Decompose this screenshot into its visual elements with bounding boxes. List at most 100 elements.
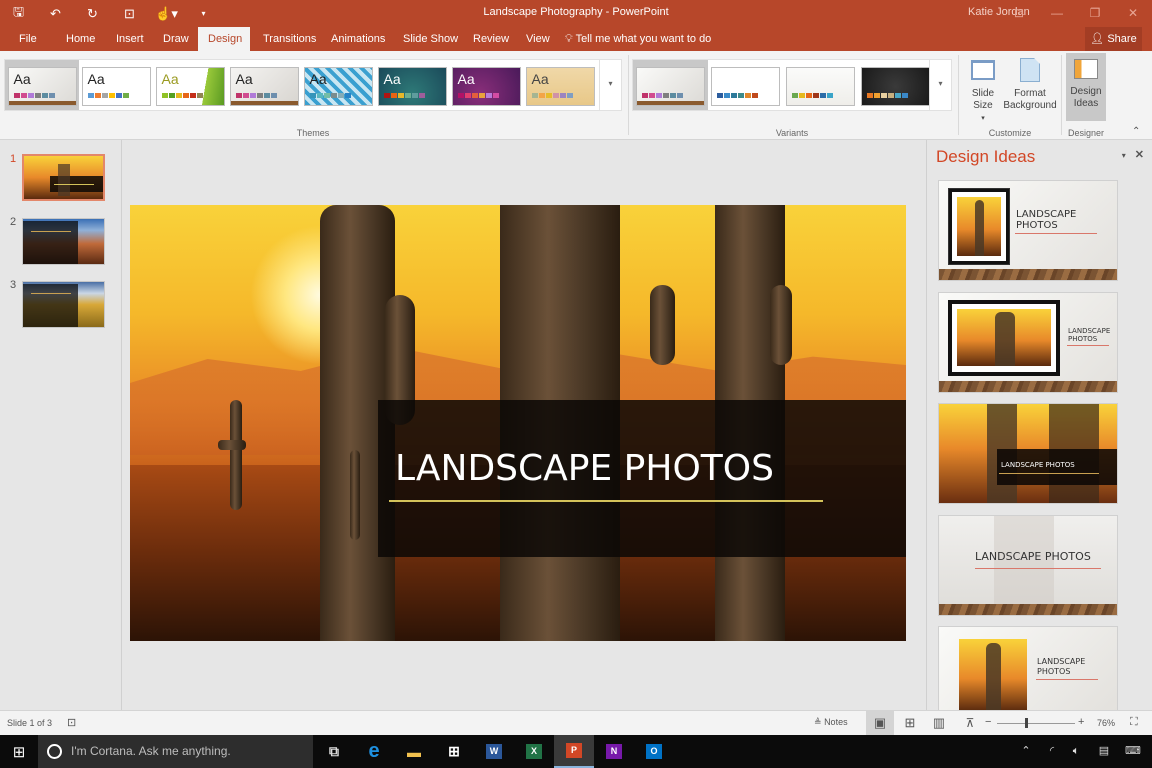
zoom-in-button[interactable]: + <box>1078 716 1084 728</box>
theme-office-cell[interactable]: Aa <box>79 60 153 110</box>
design-idea-1[interactable]: LANDSCAPE PHOTOS <box>938 180 1118 281</box>
theme-ion-boardroom[interactable]: Aa <box>451 67 521 106</box>
pane-close-icon[interactable]: ✕ <box>1135 149 1144 161</box>
slide-show-icon[interactable]: ⊼ <box>958 711 982 735</box>
swatch <box>383 93 390 98</box>
ribbon-display-icon[interactable]: ⊡ <box>1000 0 1038 27</box>
design-ideas-pane: Design Ideas ▾ ✕ LANDSCAPE PHOTOS LANDSCA… <box>926 140 1152 710</box>
normal-view-icon[interactable]: ▣ <box>866 711 894 735</box>
design-idea-3[interactable]: LANDSCAPE PHOTOS <box>938 403 1118 504</box>
theme-office[interactable]: Aa <box>81 67 151 106</box>
variant-3-cell[interactable] <box>783 60 858 110</box>
variants-more-button[interactable]: ▾ <box>929 60 951 110</box>
themes-gallery: Aa Aa Aa Aa Aa Aa Aa Aa ▾ <box>4 59 622 111</box>
current-slide[interactable]: LANDSCAPE PHOTOS <box>130 205 906 641</box>
share-label: Share <box>1107 33 1137 45</box>
theme-wood-cell[interactable]: Aa <box>227 60 301 110</box>
theme-wood[interactable]: Aa <box>229 67 299 106</box>
swatch <box>41 93 48 98</box>
taskbar-excel[interactable]: X <box>514 735 554 768</box>
tab-file[interactable]: File <box>11 27 45 51</box>
theme-facet[interactable]: Aa <box>155 67 225 106</box>
minimize-icon[interactable]: — <box>1038 0 1076 27</box>
theme-ion[interactable]: Aa <box>377 67 447 106</box>
notes-button[interactable]: ≜ Notes <box>814 717 848 728</box>
theme-current[interactable]: Aa <box>7 67 77 106</box>
fit-to-window-icon[interactable]: ⛶ <box>1130 716 1138 729</box>
swatch <box>724 93 730 98</box>
restore-icon[interactable]: ❐ <box>1076 0 1114 27</box>
theme-ion-cell[interactable]: Aa <box>375 60 449 110</box>
theme-ion-boardroom-cell[interactable]: Aa <box>449 60 523 110</box>
cortana-search-box[interactable]: I'm Cortana. Ask me anything. <box>38 735 313 768</box>
zoom-out-button[interactable]: − <box>985 716 991 728</box>
action-center-icon[interactable]: ▤ <box>1094 735 1114 768</box>
theme-current-cell[interactable]: Aa <box>5 60 79 110</box>
variant-2[interactable] <box>711 67 780 106</box>
tab-review[interactable]: Review <box>465 27 517 51</box>
slide-thumbnail-3[interactable] <box>22 281 105 328</box>
start-button[interactable]: ⊞ <box>0 735 38 768</box>
tab-insert[interactable]: Insert <box>108 27 152 51</box>
variant-3[interactable] <box>786 67 855 106</box>
zoom-slider-track[interactable] <box>997 723 1075 724</box>
variant-4-cell[interactable] <box>858 60 933 110</box>
slide-size-button[interactable]: Slide Size ▾ <box>963 56 1003 125</box>
taskbar-outlook[interactable]: O <box>634 735 674 768</box>
title-placeholder[interactable]: LANDSCAPE PHOTOS <box>378 400 906 557</box>
taskbar-onenote[interactable]: N <box>594 735 634 768</box>
taskbar-word[interactable]: W <box>474 735 514 768</box>
network-icon[interactable]: ◜ <box>1042 735 1062 768</box>
taskbar-file-explorer[interactable]: ▬ <box>394 735 434 768</box>
slide-title[interactable]: LANDSCAPE PHOTOS <box>395 448 774 489</box>
tab-draw[interactable]: Draw <box>155 27 197 51</box>
swatch <box>189 93 196 98</box>
swatch <box>677 93 683 98</box>
tab-animations[interactable]: Animations <box>323 27 393 51</box>
zoom-slider-thumb[interactable] <box>1024 718 1028 728</box>
taskbar-edge[interactable]: e <box>354 735 394 768</box>
color-swatches <box>792 93 833 98</box>
color-swatches <box>235 93 277 98</box>
touch-keyboard-icon[interactable]: ⌨ <box>1122 735 1144 768</box>
theme-pattern[interactable]: Aa <box>303 67 373 106</box>
variant-1[interactable] <box>636 67 705 106</box>
tell-me-box[interactable]: 💡︎ Tell me what you want to do <box>565 27 711 51</box>
pane-options-icon[interactable]: ▾ <box>1122 151 1126 160</box>
taskbar-task-view[interactable]: ⧉ <box>314 735 354 768</box>
taskbar-store[interactable]: ⊞ <box>434 735 474 768</box>
themes-more-button[interactable]: ▾ <box>599 60 621 110</box>
variant-1-cell[interactable] <box>633 60 708 110</box>
share-button[interactable]: 👤︎ Share <box>1085 27 1142 51</box>
slide-thumbnail-1[interactable] <box>22 154 105 201</box>
format-background-button[interactable]: Format Background <box>1001 56 1059 112</box>
tab-design[interactable]: Design <box>198 27 250 51</box>
swatch <box>545 93 552 98</box>
design-idea-2[interactable]: LANDSCAPE PHOTOS <box>938 292 1118 393</box>
show-hidden-icons[interactable]: ⌃ <box>1016 735 1036 768</box>
theme-parcel-cell[interactable]: Aa <box>523 60 597 110</box>
volume-icon[interactable]: 🔈︎ <box>1066 735 1086 768</box>
accessibility-check-icon[interactable]: ⊡ <box>67 716 76 729</box>
variant-4[interactable] <box>861 67 930 106</box>
variant-2-cell[interactable] <box>708 60 783 110</box>
slide-sorter-icon[interactable]: ⊞ <box>898 711 922 735</box>
close-icon[interactable]: ✕ <box>1114 0 1152 27</box>
slide-photo-cactus <box>350 450 360 540</box>
reading-view-icon[interactable]: ▥ <box>927 711 951 735</box>
theme-facet-cell[interactable]: Aa <box>153 60 227 110</box>
design-idea-5[interactable]: LANDSCAPE PHOTOS <box>938 626 1118 710</box>
theme-parcel[interactable]: Aa <box>525 67 595 106</box>
tab-home[interactable]: Home <box>58 27 103 51</box>
zoom-level[interactable]: 76% <box>1097 718 1115 728</box>
collapse-ribbon-icon[interactable]: ⌃ <box>1132 126 1140 137</box>
idea-wood-floor <box>939 604 1117 615</box>
slide-thumbnail-2[interactable] <box>22 218 105 265</box>
theme-pattern-cell[interactable]: Aa <box>301 60 375 110</box>
tab-transitions[interactable]: Transitions <box>255 27 324 51</box>
design-ideas-button[interactable]: Design Ideas <box>1066 53 1106 121</box>
design-idea-4[interactable]: LANDSCAPE PHOTOS <box>938 515 1118 616</box>
taskbar-powerpoint[interactable]: P <box>554 735 594 768</box>
tab-view[interactable]: View <box>518 27 558 51</box>
tab-slide-show[interactable]: Slide Show <box>395 27 466 51</box>
